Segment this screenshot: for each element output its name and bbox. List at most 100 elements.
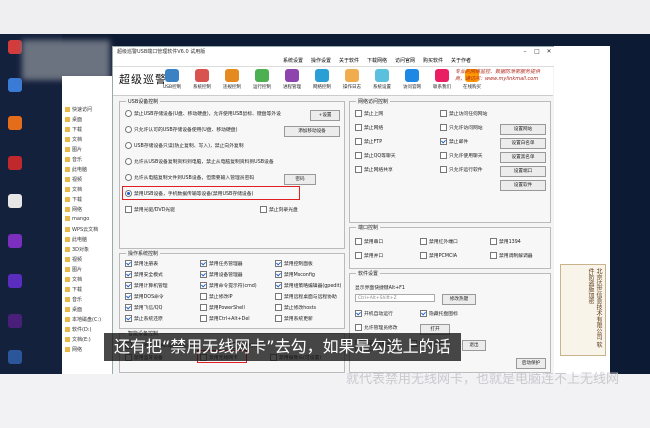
app-icon[interactable] [8,234,22,248]
modify-hotkey-button[interactable]: 修改热键 [442,294,476,305]
os-option[interactable]: 禁用远程桌面与远程协助 [275,293,337,300]
radio[interactable] [125,142,132,149]
checkbox[interactable] [440,166,447,173]
app-icon[interactable] [8,40,22,54]
checkbox[interactable] [355,238,362,245]
checkbox[interactable] [200,282,207,289]
os-option[interactable]: 禁用命令提示符(cmd) [200,282,257,289]
checkbox[interactable] [355,152,362,159]
os-option[interactable]: 禁止系统还原 [125,315,163,322]
checkbox[interactable] [355,252,362,259]
net-option[interactable]: 禁止FTP [355,138,382,145]
explorer-item[interactable]: 图片 [65,146,82,153]
app-icon[interactable] [8,116,22,130]
explorer-item[interactable]: 此电脑 [65,166,87,173]
explorer-item[interactable]: 文档 [65,186,82,193]
usb-option[interactable]: 禁止刻录光盘 [260,206,298,213]
checkbox[interactable] [420,310,427,317]
usb-option[interactable]: 允许从电脑复制文件到USB设备，但需要输入管理员密码 [125,174,254,181]
radio[interactable] [125,158,132,165]
explorer-item[interactable]: 视频 [65,176,82,183]
radio[interactable] [125,110,132,117]
explorer-item[interactable]: mango [65,216,89,222]
checkbox[interactable] [125,293,132,300]
usb-option[interactable]: 允许从USB设备复制资料到电脑，禁止从电脑复制资料到USB设备 [125,158,274,165]
tool-log[interactable]: 操作日志 [337,69,367,90]
usb-option[interactable]: USB存储设备只读(防止复制、写入)，禁止向外复制 [125,142,244,149]
exit-button[interactable]: 退出 [462,340,486,351]
port-option[interactable]: 禁用1394 [490,238,521,245]
net-option[interactable]: 禁止上网 [355,110,383,117]
checkbox[interactable] [275,282,282,289]
tool-network[interactable]: 网络控制 [307,69,337,90]
checkbox[interactable] [200,304,207,311]
explorer-item[interactable]: 文档 [65,276,82,283]
whitelist-button[interactable]: 添加移动设备 [284,126,340,137]
app-icon[interactable] [8,314,22,328]
explorer-item[interactable]: 快速访问 [65,106,92,113]
tool-process[interactable]: 进程管理 [277,69,307,90]
explorer-item[interactable]: 下载 [65,126,82,133]
checkbox[interactable] [125,282,132,289]
checkbox[interactable] [125,315,132,322]
add-usb-button[interactable]: +设置 [310,110,340,121]
explorer-item[interactable]: 文档 [65,136,82,143]
os-option[interactable]: 禁用计算机管理 [125,282,168,289]
net-button[interactable]: 设置黑名单 [500,152,546,163]
explorer-item[interactable]: 桌面 [65,116,82,123]
tool-settings[interactable]: 系统设置 [367,69,397,90]
checkbox[interactable] [355,324,362,331]
checkbox[interactable] [490,252,497,259]
explorer-item[interactable]: WPS云文档 [65,226,98,233]
explorer-item[interactable]: 本地磁盘(C:) [65,316,101,323]
explorer-item[interactable]: 视频 [65,256,82,263]
checkbox[interactable] [440,138,447,145]
net-button[interactable]: 设置软件 [500,180,546,191]
app-icon[interactable] [8,78,22,92]
app-icon[interactable] [8,350,22,364]
checkbox[interactable] [355,166,362,173]
checkbox[interactable] [275,271,282,278]
checkbox[interactable] [200,293,207,300]
os-option[interactable]: 禁用Ctrl+Alt+Del [200,315,250,322]
usb-option[interactable]: 禁止USB存储设备(U盘、移动硬盘)，允许使用USB鼠标、键盘等外设 [125,110,281,117]
app-icon[interactable] [8,156,22,170]
explorer-item[interactable]: 此电脑 [65,236,87,243]
net-option[interactable]: 禁止QQ等聊天 [355,152,396,159]
explorer-item[interactable]: 图片 [65,266,82,273]
checkbox[interactable] [275,304,282,311]
app-icon[interactable] [8,194,22,208]
sys-option[interactable]: 开机自动运行 [355,310,393,317]
tool-system[interactable]: 系统控制 [187,69,217,90]
os-option[interactable]: 禁用控制面板 [275,260,313,267]
tool-website[interactable]: 访问官网 [397,69,427,90]
os-option[interactable]: 禁用设备管理器 [200,271,243,278]
checkbox[interactable] [275,315,282,322]
port-option[interactable]: 禁用PCMCIA [420,252,457,259]
net-option[interactable]: 禁止邮件 [440,138,468,145]
checkbox[interactable] [490,238,497,245]
explorer-item[interactable]: 网络 [65,206,82,213]
os-option[interactable]: 禁用Msconfig [275,271,315,278]
checkbox[interactable] [125,271,132,278]
net-option[interactable]: 禁止访问任何网站 [440,110,487,117]
checkbox[interactable] [355,310,362,317]
checkbox[interactable] [275,260,282,267]
checkbox[interactable] [440,110,447,117]
checkbox[interactable] [420,238,427,245]
explorer-item[interactable]: 文档(E:) [65,336,91,343]
menu-item[interactable]: 访问官网 [395,57,415,66]
checkbox[interactable] [420,252,427,259]
os-option[interactable]: 禁用飞信/QQ [125,304,162,311]
app-icon[interactable] [8,274,22,288]
menu-item[interactable]: 操作设置 [311,57,331,66]
checkbox[interactable] [275,293,282,300]
password-button[interactable]: 密码 [284,174,316,185]
net-button[interactable]: 设置端口 [500,166,546,177]
checkbox[interactable] [200,260,207,267]
checkbox[interactable] [355,110,362,117]
sys-option[interactable]: 隐藏托盘图标 [420,310,458,317]
net-button[interactable]: 设置白名单 [500,138,546,149]
menu-item[interactable]: 关于作者 [451,57,471,66]
port-option[interactable]: 禁用并口 [355,252,383,259]
